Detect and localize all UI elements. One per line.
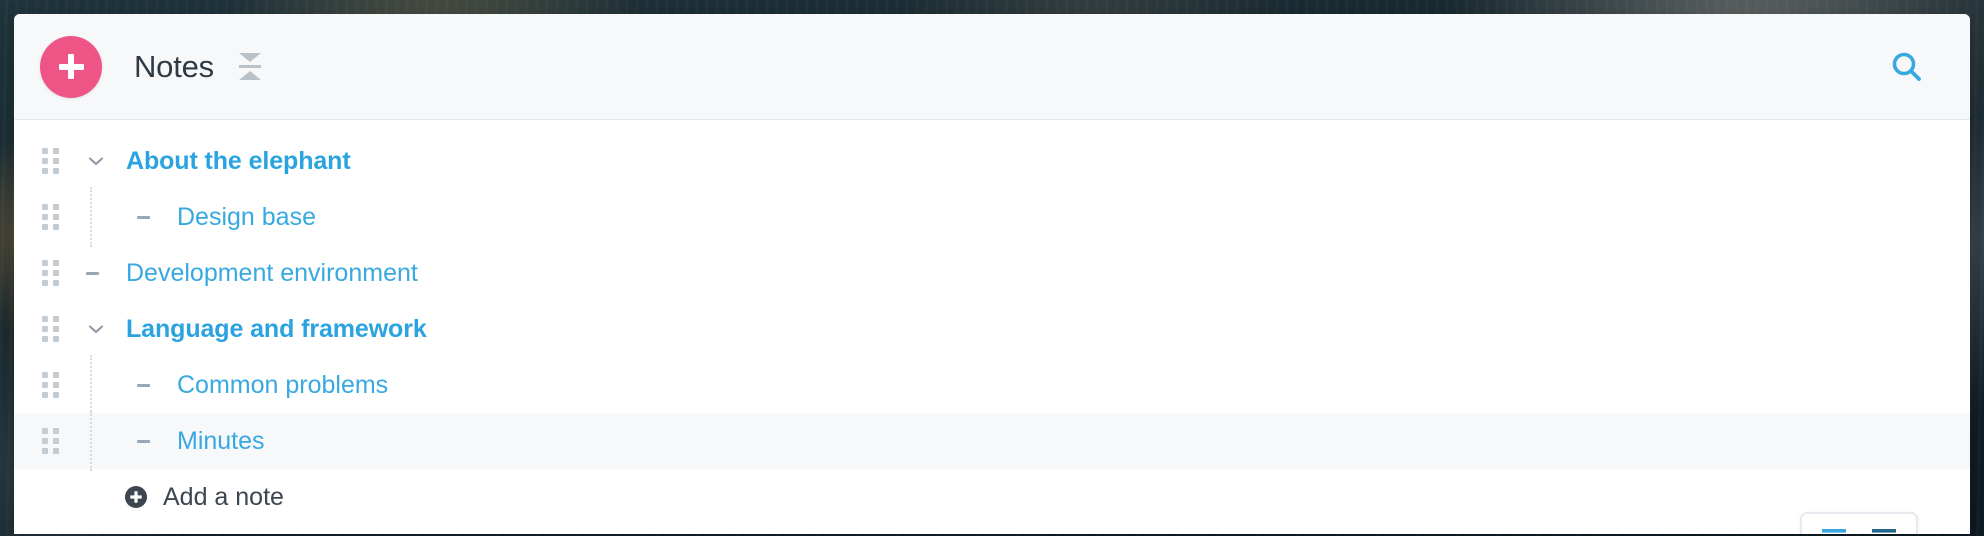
outdent-icon <box>1822 529 1846 533</box>
chevron-down-icon <box>88 157 104 166</box>
leaf-bullet <box>137 215 173 219</box>
note-title[interactable]: About the elephant <box>126 147 351 176</box>
expand-toggle[interactable] <box>86 151 122 171</box>
collapse-all-icon[interactable] <box>233 46 267 88</box>
indent-icon <box>1872 529 1896 533</box>
collapse-triangle-down <box>238 53 261 62</box>
indent-controls-panel <box>1800 512 1918 534</box>
dash-icon <box>137 383 150 387</box>
note-row[interactable]: Development environment <box>14 245 1970 301</box>
note-row[interactable]: Design base <box>14 187 1970 247</box>
note-title[interactable]: Minutes <box>177 427 265 456</box>
note-row[interactable]: About the elephant <box>14 133 1970 189</box>
leaf-bullet <box>137 383 173 387</box>
collapse-center-line <box>238 65 261 68</box>
plus-circle-icon <box>125 486 147 508</box>
chevron-down-icon <box>88 325 104 334</box>
note-row[interactable]: Minutes <box>14 411 1970 471</box>
indent-guide <box>64 355 121 415</box>
dash-icon <box>137 439 150 443</box>
drag-handle-icon[interactable] <box>42 260 64 286</box>
drag-handle-icon[interactable] <box>42 148 64 174</box>
outdent-button[interactable] <box>1812 520 1856 534</box>
add-note-fab-button[interactable] <box>40 35 102 98</box>
indent-guide <box>64 187 121 247</box>
drag-handle-icon[interactable] <box>42 204 64 230</box>
desktop-backdrop: Notes About the elephant Design base Dev… <box>0 0 1984 536</box>
indent-button[interactable] <box>1862 520 1906 534</box>
search-icon[interactable] <box>1884 44 1930 90</box>
note-title[interactable]: Development environment <box>126 259 418 288</box>
notes-list: About the elephant Design base Developme… <box>14 120 1970 534</box>
note-row[interactable]: Common problems <box>14 355 1970 415</box>
add-a-note-label: Add a note <box>163 482 284 511</box>
notes-app-card: Notes About the elephant Design base Dev… <box>14 14 1970 534</box>
leaf-bullet <box>137 439 173 443</box>
note-title[interactable]: Language and framework <box>126 315 427 344</box>
expand-toggle[interactable] <box>86 319 122 339</box>
app-header: Notes <box>14 14 1970 120</box>
dash-icon <box>86 271 99 275</box>
dash-icon <box>137 215 150 219</box>
page-title: Notes <box>134 48 214 84</box>
note-title[interactable]: Design base <box>177 203 316 232</box>
add-a-note-button[interactable]: Add a note <box>14 469 1970 525</box>
drag-handle-icon[interactable] <box>42 372 64 398</box>
collapse-triangle-up <box>238 71 261 80</box>
indent-guide <box>64 411 121 471</box>
leaf-bullet <box>86 271 122 275</box>
note-row[interactable]: Language and framework <box>14 301 1970 357</box>
note-title[interactable]: Common problems <box>177 371 388 400</box>
drag-handle-icon[interactable] <box>42 316 64 342</box>
drag-handle-icon[interactable] <box>42 428 64 454</box>
plus-icon <box>58 54 84 79</box>
